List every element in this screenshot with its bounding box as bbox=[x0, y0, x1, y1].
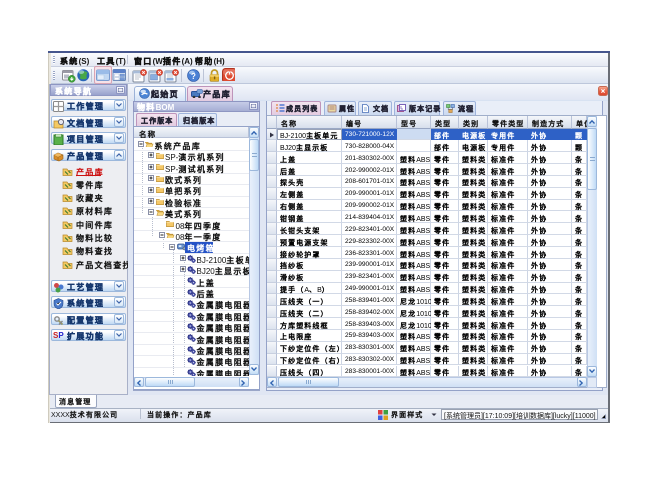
svg-text:?: ? bbox=[191, 72, 196, 81]
